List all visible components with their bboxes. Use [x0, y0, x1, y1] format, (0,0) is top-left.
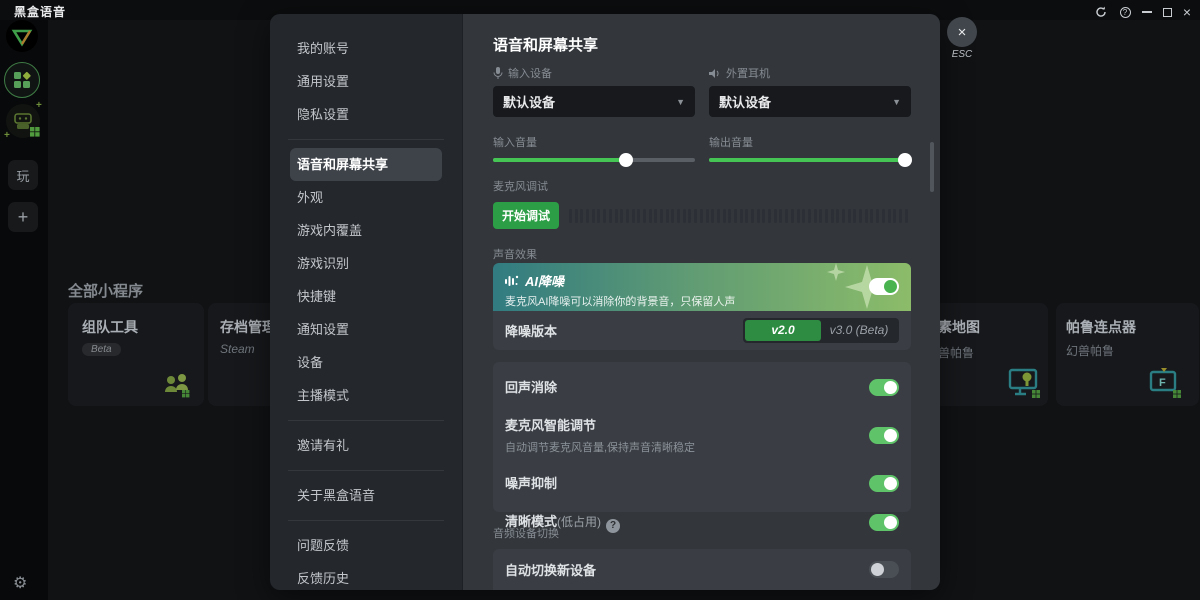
- esc-label: ESC: [947, 49, 977, 60]
- left-rail: + + 玩 + ⚙: [0, 0, 48, 600]
- menu-item[interactable]: 通知设置: [270, 313, 462, 346]
- settings-modal: 我的账号通用设置隐私设置语音和屏幕共享外观游戏内覆盖游戏识别快捷键通知设置设备主…: [270, 14, 940, 590]
- input-volume-label: 输入音量: [493, 134, 537, 150]
- denoise-version-row: 降噪版本 v2.0v3.0 (Beta): [493, 311, 911, 350]
- mic-icon: [493, 67, 503, 79]
- menu-item[interactable]: 隐私设置: [270, 98, 462, 131]
- effect-row: 回声消除: [505, 368, 899, 406]
- menu-item[interactable]: 主播模式: [270, 379, 462, 412]
- menu-item[interactable]: 设备: [270, 346, 462, 379]
- app-title: 黑盒语音: [14, 3, 66, 20]
- ai-denoise-subtitle: 麦克风AI降噪可以消除你的背景音，只保留人声: [505, 293, 899, 309]
- ai-denoise-banner: AI降噪 麦克风AI降噪可以消除你的背景音，只保留人声: [493, 263, 911, 311]
- output-volume-label: 输出音量: [709, 134, 753, 150]
- app-logo-icon[interactable]: [6, 20, 38, 52]
- denoise-version-label: 降噪版本: [505, 321, 557, 340]
- menu-item[interactable]: 语音和屏幕共享: [290, 148, 442, 181]
- input-device-select[interactable]: 默认设备▼: [493, 86, 695, 117]
- input-device-label: 输入设备: [493, 65, 552, 81]
- refresh-icon[interactable]: [1094, 5, 1108, 19]
- svg-text:F: F: [1159, 377, 1166, 389]
- app-window: 黑盒语音 ? ×: [0, 0, 1200, 600]
- mic-test-label: 麦克风调试: [493, 178, 548, 194]
- toggle[interactable]: [869, 427, 899, 444]
- beta-badge: Beta: [82, 343, 121, 356]
- output-device-select[interactable]: 默认设备▼: [709, 86, 911, 117]
- audio-switch-label: 音频设备切换: [493, 525, 559, 541]
- mic-level-meter: [569, 202, 911, 229]
- effect-row: 麦克风智能调节自动调节麦克风音量,保持声音清晰稳定: [505, 406, 899, 464]
- input-volume-slider[interactable]: [493, 153, 695, 167]
- menu-item[interactable]: 游戏识别: [270, 247, 462, 280]
- auto-switch-toggle[interactable]: [869, 561, 899, 578]
- ai-denoise-toggle[interactable]: [869, 278, 899, 295]
- slider-knob[interactable]: [619, 153, 633, 167]
- card-title: 帕鲁连点器: [1066, 317, 1199, 337]
- output-device-label: 外置耳机: [709, 65, 770, 81]
- output-volume-slider[interactable]: [709, 153, 911, 167]
- windows-icon: [30, 127, 40, 137]
- soundwave-icon: [505, 275, 519, 287]
- settings-content: 语音和屏幕共享 输入设备 外置耳机 默认设备▼ 默认设备▼ 输入音量 输出音量: [462, 14, 940, 590]
- mini-programs-heading: 全部小程序: [68, 280, 143, 301]
- card-title: 素地图: [938, 317, 980, 337]
- menu-item[interactable]: 反馈历史: [270, 562, 462, 590]
- panel-title: 语音和屏幕共享: [493, 34, 598, 55]
- menu-item[interactable]: 问题反馈: [270, 529, 462, 562]
- menu-item[interactable]: 我的账号: [270, 32, 462, 65]
- auto-switch-label: 自动切换新设备: [505, 560, 596, 579]
- card-subtitle: 兽帕鲁: [938, 344, 974, 361]
- version-option[interactable]: v3.0 (Beta): [821, 320, 897, 341]
- mini-programs-icon[interactable]: [4, 62, 40, 98]
- ai-denoise-title: AI降噪: [525, 271, 564, 290]
- settings-menu: 我的账号通用设置隐私设置语音和屏幕共享外观游戏内覆盖游戏识别快捷键通知设置设备主…: [270, 14, 462, 590]
- auto-switch-row: 自动切换新设备: [493, 549, 911, 590]
- maximize-icon[interactable]: [1160, 5, 1174, 19]
- ai-denoise-card: AI降噪 麦克风AI降噪可以消除你的背景音，只保留人声 降噪版本 v2.0v3.…: [493, 263, 911, 350]
- menu-item[interactable]: 通用设置: [270, 65, 462, 98]
- card-title: 组队工具: [82, 317, 204, 337]
- menu-item[interactable]: 快捷键: [270, 280, 462, 313]
- effect-row: 噪声抑制: [505, 464, 899, 502]
- start-test-button[interactable]: 开始调试: [493, 202, 559, 229]
- denoise-version-segment: v2.0v3.0 (Beta): [743, 318, 899, 343]
- clicker-monitor-icon: F: [1149, 368, 1183, 398]
- toggle[interactable]: [869, 475, 899, 492]
- sound-effects-label: 声音效果: [493, 246, 537, 262]
- menu-item[interactable]: 关于黑盒语音: [270, 479, 462, 512]
- version-option[interactable]: v2.0: [745, 320, 821, 341]
- help-titlebar-icon[interactable]: ?: [1118, 5, 1132, 19]
- map-monitor-icon: [1008, 368, 1042, 398]
- slider-knob[interactable]: [898, 153, 912, 167]
- add-button[interactable]: +: [8, 202, 38, 232]
- sparkle-icon: +: [4, 130, 10, 141]
- toggle[interactable]: [869, 514, 899, 531]
- card-clicker[interactable]: 帕鲁连点器 幻兽帕鲁 F: [1056, 303, 1199, 406]
- speaker-icon: [709, 68, 721, 79]
- card-subtitle: 幻兽帕鲁: [1066, 342, 1199, 359]
- minimize-icon[interactable]: [1140, 5, 1154, 19]
- close-modal-button[interactable]: ×: [947, 17, 977, 47]
- sparkle-icon: +: [36, 100, 42, 111]
- menu-item[interactable]: 邀请有礼: [270, 429, 462, 462]
- menu-item[interactable]: 外观: [270, 181, 462, 214]
- chevron-down-icon: ▼: [892, 97, 901, 107]
- menu-item[interactable]: 游戏内覆盖: [270, 214, 462, 247]
- toggle[interactable]: [869, 379, 899, 396]
- effect-row: 清晰模式(低占用)?: [505, 502, 899, 542]
- help-icon[interactable]: ?: [606, 519, 620, 533]
- scrollbar-thumb[interactable]: [930, 142, 934, 192]
- settings-gear-icon[interactable]: ⚙: [13, 573, 27, 593]
- team-icon: [162, 370, 192, 398]
- play-button[interactable]: 玩: [8, 160, 38, 190]
- chevron-down-icon: ▼: [676, 97, 685, 107]
- close-window-icon[interactable]: ×: [1180, 5, 1194, 19]
- effects-toggle-list: 回声消除麦克风智能调节自动调节麦克风音量,保持声音清晰稳定噪声抑制清晰模式(低占…: [493, 362, 911, 512]
- card-team-tool[interactable]: 组队工具 Beta: [68, 303, 204, 406]
